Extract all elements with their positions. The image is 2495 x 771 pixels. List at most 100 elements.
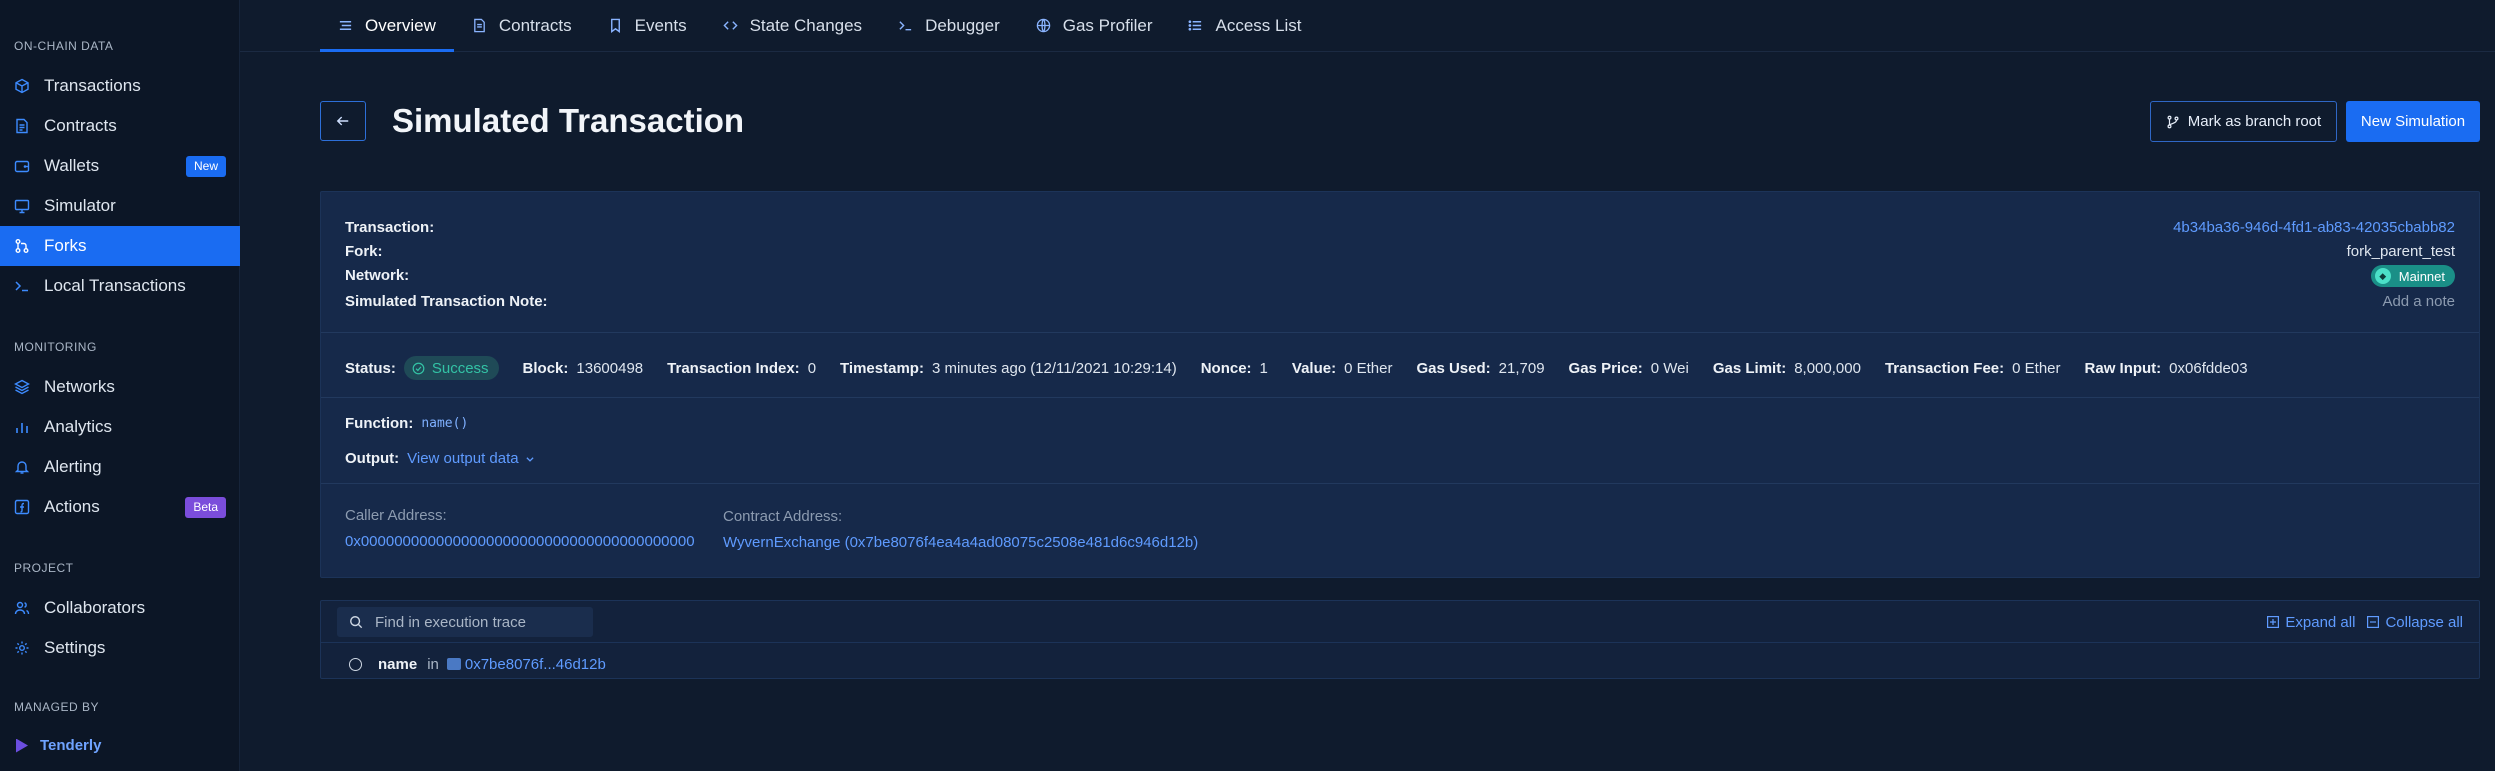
bell-icon (14, 459, 30, 475)
transaction-id-link[interactable]: 4b34ba36-946d-4fd1-ab83-42035cbabb82 (2173, 219, 2455, 236)
divider (321, 642, 2479, 643)
new-simulation-button[interactable]: New Simulation (2346, 101, 2480, 142)
users-icon (14, 600, 30, 616)
expand-all-button[interactable]: Expand all (2267, 614, 2355, 631)
sidebar-item-networks[interactable]: Networks (0, 367, 240, 407)
sidebar-item-local-transactions[interactable]: Local Transactions (0, 266, 240, 306)
layers-icon (14, 379, 30, 395)
timestamp-value: 3 minutes ago (931, 359, 1027, 377)
sidebar-item-label: Collaborators (44, 598, 146, 617)
sidebar-item-collaborators[interactable]: Collaborators (0, 588, 240, 628)
tab-label: Overview (365, 15, 436, 35)
gas-used-value: 21,709 (1498, 359, 1545, 377)
tab-access-list[interactable]: Access List (1170, 0, 1319, 51)
sidebar-item-actions[interactable]: Actions Beta (0, 487, 240, 527)
document-icon (14, 118, 30, 134)
tab-label: Access List (1215, 15, 1302, 35)
tab-events[interactable]: Events (590, 0, 705, 51)
value-value: 0 Ether (1344, 359, 1393, 377)
tenderly-logo[interactable]: Tenderly (16, 737, 101, 754)
list-icon (1188, 18, 1203, 33)
gas-used-label: Gas Used: (1416, 359, 1491, 377)
chevron-down-icon[interactable] (525, 454, 535, 464)
sidebar-item-label: Simulator (44, 196, 116, 215)
sidebar-item-simulator[interactable]: Simulator (0, 186, 240, 226)
contract-address-link[interactable]: WyvernExchange (0x7be8076f4ea4a4ad08075c… (723, 534, 1198, 551)
sidebar-section-monitoring: MONITORING (14, 340, 97, 354)
tab-debugger[interactable]: Debugger (880, 0, 1018, 51)
add-note-button[interactable]: Add a note (2382, 293, 2455, 310)
sidebar-item-label: Analytics (44, 417, 113, 436)
sidebar-item-label: Wallets (44, 156, 100, 175)
nonce-label: Nonce: (1200, 359, 1252, 377)
timestamp-full: (12/11/2021 10:29:14) (1030, 359, 1177, 377)
fork-value: fork_parent_test (2346, 243, 2455, 260)
tab-overview[interactable]: Overview (320, 0, 454, 52)
document-icon (472, 18, 487, 33)
trace-contract-link[interactable]: 0x7be8076f...46d12b (465, 656, 606, 673)
block-label: Block: (522, 359, 569, 377)
tab-contracts[interactable]: Contracts (454, 0, 590, 51)
sidebar-item-analytics[interactable]: Analytics (0, 407, 240, 447)
transaction-fee-label: Transaction Fee: (1884, 359, 2005, 377)
managed-by-name: Tenderly (40, 737, 102, 754)
note-label: Simulated Transaction Note: (345, 293, 548, 310)
arrow-left-icon (336, 114, 350, 128)
gas-price-value: 0 Wei (1650, 359, 1689, 377)
sidebar-item-label: Contracts (44, 116, 117, 135)
tab-state-changes[interactable]: State Changes (705, 0, 880, 51)
back-button[interactable] (320, 101, 366, 141)
sidebar-item-contracts[interactable]: Contracts (0, 106, 240, 146)
sidebar-item-label: Actions (44, 497, 100, 516)
bookmark-icon (608, 18, 623, 33)
collapse-all-button[interactable]: Collapse all (2367, 614, 2463, 631)
transaction-status-row: Status: Success Block: 13600498 Transact… (345, 355, 2272, 381)
value-label: Value: (1291, 359, 1337, 377)
divider (321, 483, 2479, 484)
mark-branch-root-button[interactable]: Mark as branch root (2150, 101, 2337, 142)
page-title: Simulated Transaction (392, 102, 745, 139)
raw-input-link[interactable]: 0x06fdde03 (2169, 360, 2247, 377)
function-signature: name() (421, 416, 469, 431)
sidebar-item-label: Transactions (44, 76, 141, 95)
bar-chart-icon (14, 419, 30, 435)
globe-icon (1036, 18, 1051, 33)
view-output-data-link[interactable]: View output data (407, 450, 518, 467)
output-row: Output: View output data (345, 450, 535, 467)
sidebar-item-label: Local Transactions (44, 276, 186, 295)
gear-icon (14, 640, 30, 656)
divider (321, 397, 2479, 398)
network-badge: ◆ Mainnet (2370, 265, 2455, 287)
contract-icon (446, 658, 461, 670)
sidebar-item-label: Alerting (44, 457, 102, 476)
tab-label: Gas Profiler (1062, 15, 1153, 35)
trace-search-input[interactable] (375, 613, 585, 631)
tab-gas-profiler[interactable]: Gas Profiler (1018, 0, 1171, 51)
sidebar-item-settings[interactable]: Settings (0, 628, 240, 668)
tenderly-logo-icon (16, 738, 28, 753)
sidebar-item-forks[interactable]: Forks (0, 226, 240, 266)
timestamp-label: Timestamp: (840, 359, 924, 377)
transaction-index-label: Transaction Index: (667, 359, 800, 377)
output-label: Output: (345, 450, 400, 467)
search-icon (349, 615, 375, 629)
transaction-label: Transaction: (345, 219, 435, 236)
tab-bar: Overview Contracts Events State Changes … (240, 0, 2495, 52)
gas-limit-label: Gas Limit: (1712, 359, 1787, 377)
raw-input-label: Raw Input: (2084, 359, 2162, 377)
sidebar-item-alerting[interactable]: Alerting (0, 447, 240, 487)
sidebar-item-transactions[interactable]: Transactions (0, 66, 240, 106)
status-label: Status: (345, 359, 396, 377)
sidebar-item-wallets[interactable]: Wallets New (0, 146, 240, 186)
ethereum-icon: ◆ (2374, 268, 2391, 284)
caller-address-link[interactable]: 0x00000000000000000000000000000000000000… (345, 533, 695, 550)
transaction-details-panel: Transaction: 4b34ba36-946d-4fd1-ab83-420… (320, 191, 2480, 578)
branch-icon (2166, 115, 2188, 129)
sidebar-section-on-chain: ON-CHAIN DATA (14, 39, 114, 53)
trace-row[interactable]: name in 0x7be8076f...46d12b (349, 654, 606, 674)
mark-branch-root-label: Mark as branch root (2187, 113, 2322, 130)
wallet-icon (14, 158, 30, 174)
list-icon (338, 18, 353, 33)
check-circle-icon (412, 362, 432, 375)
circle-icon (349, 657, 362, 671)
